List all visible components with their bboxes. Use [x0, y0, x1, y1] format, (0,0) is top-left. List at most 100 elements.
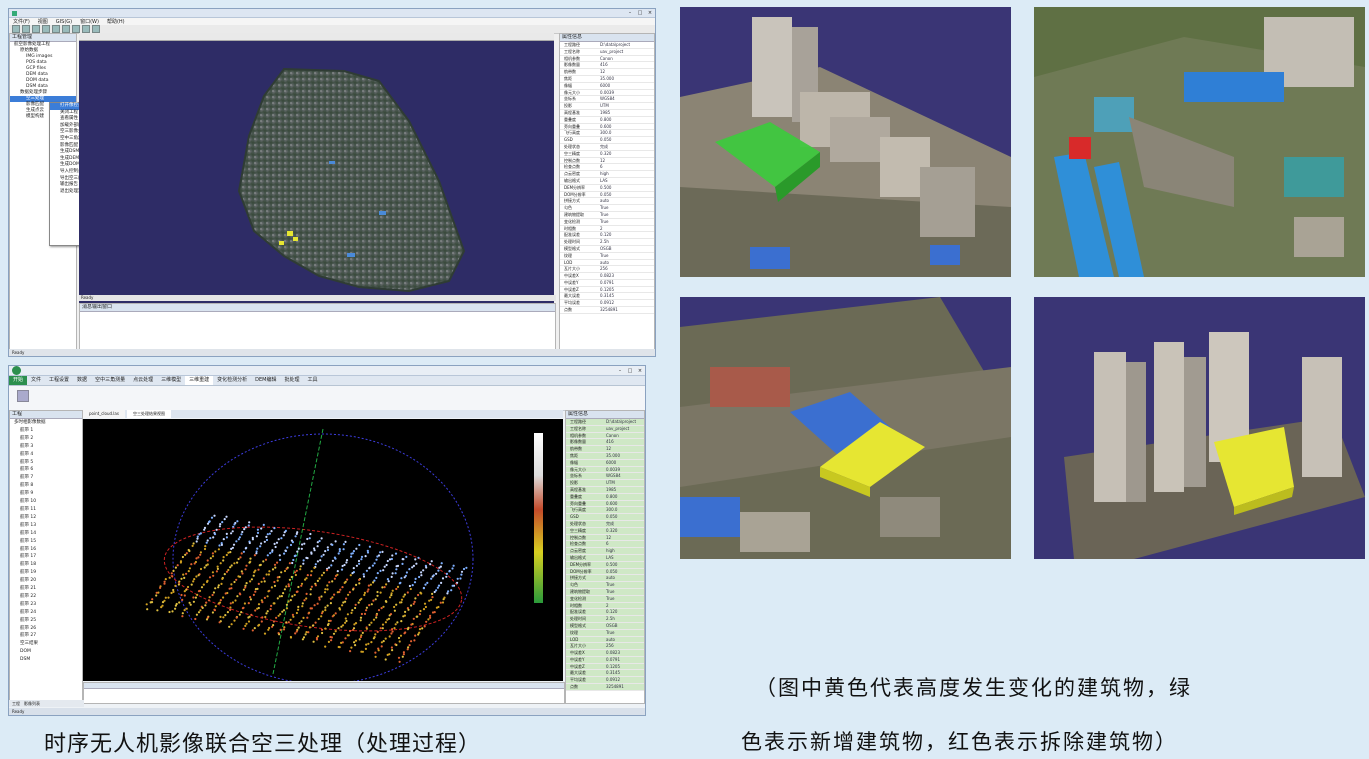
- property-row[interactable]: 中误差Z 0.1205: [560, 287, 654, 294]
- tree-item[interactable]: 航带 24: [10, 609, 82, 617]
- property-row[interactable]: 高程基准 1985: [566, 486, 644, 494]
- ribbon-tab[interactable]: 工具: [303, 376, 321, 385]
- property-row[interactable]: 工程路径 D:\data\project: [560, 42, 654, 49]
- ribbon-tab[interactable]: 变化检测分析: [213, 376, 251, 385]
- doc-tab-0[interactable]: point_cloud.las: [83, 410, 125, 418]
- tree-item[interactable]: 航带 15: [10, 538, 82, 546]
- bottom-tab-project[interactable]: 工程: [12, 700, 20, 707]
- tree-item[interactable]: 航带 26: [10, 625, 82, 633]
- property-row[interactable]: 控制点数 12: [560, 158, 654, 165]
- property-row[interactable]: 输出格式 LAS: [560, 178, 654, 185]
- tree-item[interactable]: 航带 4: [10, 451, 82, 459]
- property-row[interactable]: 处理时间 2.5h: [566, 616, 644, 623]
- property-row[interactable]: 匀色 True: [566, 582, 644, 589]
- property-row[interactable]: 相机参数 Canon: [560, 56, 654, 63]
- property-row[interactable]: 投影 UTM: [560, 103, 654, 110]
- property-row[interactable]: 坐标系 WGS84: [560, 96, 654, 104]
- property-row[interactable]: 中误差X 0.0823: [566, 650, 644, 657]
- property-row[interactable]: 中误差Z 0.1205: [566, 663, 644, 671]
- tree-item[interactable]: 多时相影像数据: [10, 419, 82, 427]
- menu-file[interactable]: 文件(F): [13, 18, 30, 25]
- menu-window[interactable]: 窗口(W): [80, 18, 99, 25]
- tree-item[interactable]: 航带 20: [10, 577, 82, 585]
- help-icon[interactable]: [92, 25, 100, 33]
- property-row[interactable]: 平均误差 0.0912: [566, 677, 644, 685]
- property-row[interactable]: 坐标系 WGS84: [566, 473, 644, 481]
- property-row[interactable]: 模型格式 OSGB: [566, 622, 644, 630]
- property-row[interactable]: 时相数 2: [560, 226, 654, 233]
- property-row[interactable]: GSD 0.050: [560, 137, 654, 144]
- ribbon-tab[interactable]: 文件: [27, 376, 45, 385]
- property-row[interactable]: 焦距 35.000: [566, 452, 644, 460]
- property-row[interactable]: 建筑物提取 True: [560, 212, 654, 219]
- property-row[interactable]: 焦距 35.000: [560, 76, 654, 83]
- property-row[interactable]: 变化检测 True: [560, 219, 654, 226]
- tree-item[interactable]: 航带 2: [10, 435, 82, 443]
- doc-tab-1[interactable]: 空三处理结果视图: [126, 410, 171, 418]
- property-row[interactable]: 重叠度 0.800: [560, 117, 654, 124]
- tree-item[interactable]: 航带 22: [10, 593, 82, 601]
- property-row[interactable]: 最大误差 0.3145: [566, 670, 644, 678]
- property-row[interactable]: 点云密度 high: [560, 171, 654, 178]
- property-row[interactable]: DEM分辨率 0.500: [566, 561, 644, 569]
- property-row[interactable]: 空三精度 0.320: [566, 527, 644, 535]
- ribbon-tool-icon[interactable]: [17, 390, 29, 402]
- tree-item[interactable]: 航带 8: [10, 482, 82, 490]
- property-row[interactable]: 建筑物提取 True: [566, 588, 644, 596]
- property-row[interactable]: 配准误差 0.120: [566, 609, 644, 617]
- property-row[interactable]: LOD auto: [566, 636, 644, 644]
- tree-item[interactable]: 航带 16: [10, 546, 82, 554]
- property-row[interactable]: 像幅 6000: [560, 83, 654, 90]
- property-row[interactable]: 处理时间 2.5h: [560, 239, 654, 246]
- viewport-3d[interactable]: [79, 33, 554, 303]
- property-row[interactable]: LOD auto: [560, 260, 654, 267]
- property-row[interactable]: 航带数 12: [566, 446, 644, 453]
- maximize-button[interactable]: □: [635, 10, 645, 16]
- save-icon[interactable]: [32, 25, 40, 33]
- menu-view[interactable]: 视图: [38, 18, 48, 25]
- tree-item[interactable]: 航带 23: [10, 601, 82, 609]
- property-row[interactable]: 处理状态 完成: [566, 520, 644, 528]
- ribbon-tab[interactable]: 开始: [9, 376, 28, 385]
- tree-item[interactable]: 航带 7: [10, 474, 82, 482]
- tree-item[interactable]: 航带 13: [10, 522, 82, 530]
- tree-item[interactable]: 航带 25: [10, 617, 82, 625]
- property-row[interactable]: DEM分辨率 0.500: [560, 185, 654, 192]
- ribbon-tab[interactable]: 工程设置: [45, 376, 73, 385]
- tree-item[interactable]: DOM: [10, 648, 82, 656]
- property-row[interactable]: 最大误差 0.3145: [560, 293, 654, 301]
- cut-icon[interactable]: [42, 25, 50, 33]
- new-icon[interactable]: [12, 25, 20, 33]
- property-row[interactable]: 空三精度 0.320: [560, 151, 654, 158]
- tree-item[interactable]: 航带 6: [10, 466, 82, 474]
- property-row[interactable]: 模型格式 OSGB: [560, 246, 654, 253]
- property-row[interactable]: 点数 3254891: [560, 307, 654, 314]
- property-row[interactable]: 处理状态 完成: [560, 144, 654, 151]
- property-row[interactable]: 投影 UTM: [566, 480, 644, 487]
- close-button[interactable]: ×: [645, 10, 655, 16]
- property-row[interactable]: DOM分辨率 0.050: [560, 192, 654, 199]
- property-row[interactable]: 航带数 12: [560, 69, 654, 76]
- property-row[interactable]: 检查点数 6: [560, 164, 654, 172]
- property-row[interactable]: 平均误差 0.0912: [560, 300, 654, 308]
- property-row[interactable]: 中误差Y 0.0791: [560, 280, 654, 287]
- property-row[interactable]: 飞行高度 300.0: [566, 507, 644, 515]
- property-row[interactable]: 变化检测 True: [566, 595, 644, 603]
- property-row[interactable]: 点云密度 high: [566, 548, 644, 555]
- property-row[interactable]: 中误差Y 0.0791: [566, 656, 644, 664]
- maximize-button[interactable]: □: [625, 368, 635, 374]
- property-row[interactable]: 拼接方式 auto: [566, 575, 644, 583]
- ribbon-tab[interactable]: 数据: [73, 376, 91, 385]
- property-row[interactable]: 输出格式 LAS: [566, 554, 644, 562]
- menu-gis[interactable]: GIS(G): [56, 19, 72, 25]
- bottom-tab-images[interactable]: 影像列表: [24, 700, 40, 707]
- property-row[interactable]: 像元大小 0.0039: [560, 90, 654, 97]
- property-row[interactable]: 拼接方式 auto: [560, 198, 654, 206]
- print-icon[interactable]: [72, 25, 80, 33]
- copy-icon[interactable]: [52, 25, 60, 33]
- property-row[interactable]: 影像数量 416: [566, 439, 644, 447]
- tree-item[interactable]: 航带 19: [10, 569, 82, 577]
- tree-item[interactable]: 航带 18: [10, 561, 82, 569]
- ribbon-tab[interactable]: 三维模型: [157, 376, 185, 385]
- tree-item[interactable]: 航带 9: [10, 490, 82, 498]
